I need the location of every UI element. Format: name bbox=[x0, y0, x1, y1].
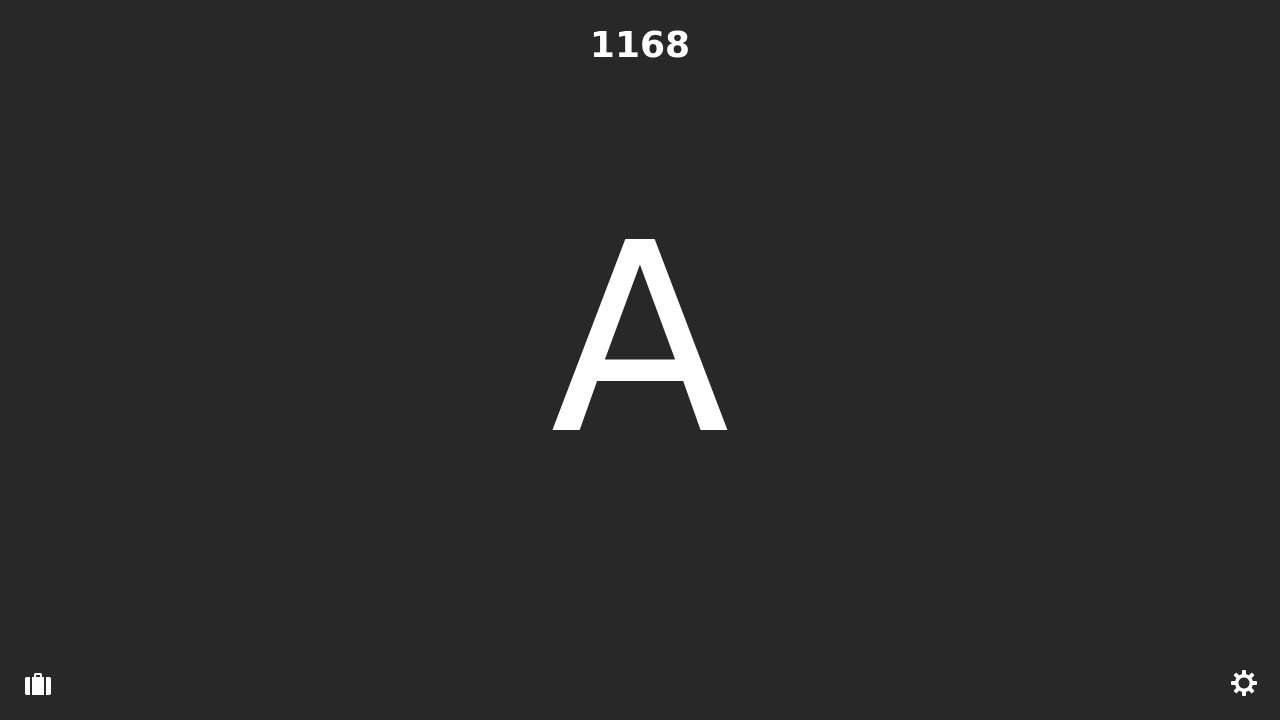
briefcase-button[interactable] bbox=[22, 668, 54, 700]
gear-icon bbox=[1231, 670, 1257, 696]
current-letter: A bbox=[550, 187, 730, 492]
settings-button[interactable] bbox=[1228, 667, 1260, 699]
briefcase-icon bbox=[25, 673, 51, 695]
game-screen: 1168 A bbox=[0, 0, 1280, 720]
score-counter: 1168 bbox=[589, 25, 691, 66]
